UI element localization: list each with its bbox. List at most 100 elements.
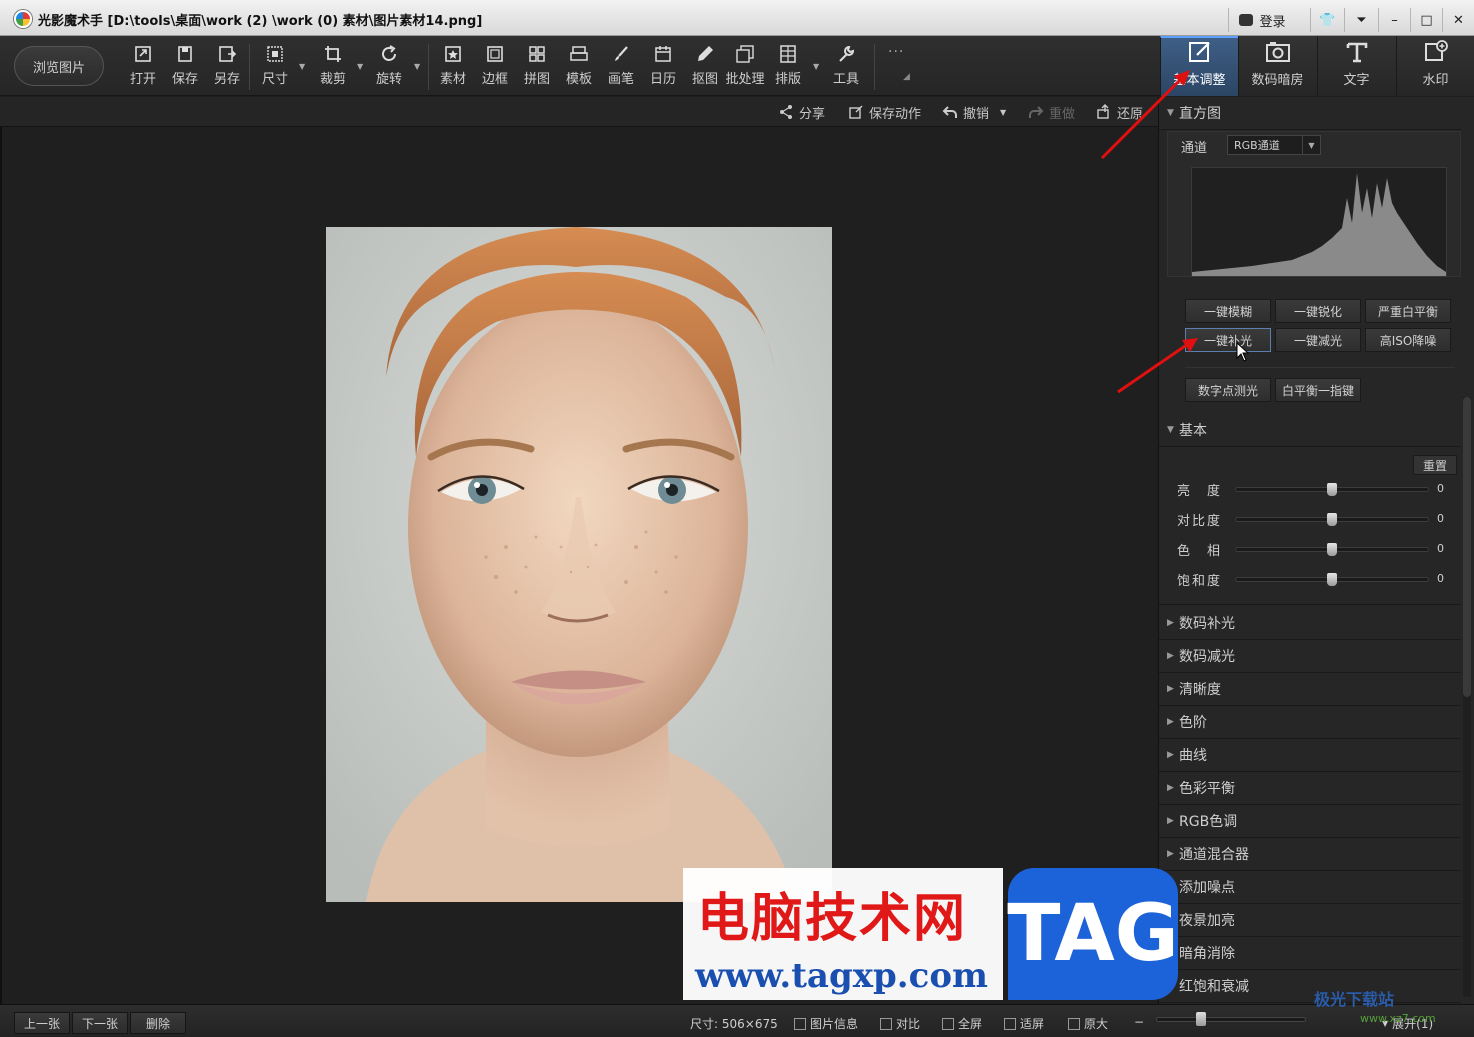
- expand-icon: ▶: [1167, 750, 1174, 760]
- hue-slider[interactable]: [1235, 543, 1429, 556]
- expand-corner-icon[interactable]: ◢: [903, 72, 910, 82]
- rotate-dropdown-icon[interactable]: ▼: [414, 62, 422, 71]
- one-click-sharpen-button[interactable]: 一键锐化: [1275, 299, 1361, 323]
- minimize-button[interactable]: –: [1378, 8, 1410, 32]
- border-button[interactable]: 边框: [475, 44, 515, 90]
- undo-dropdown-icon[interactable]: ▼: [1000, 102, 1006, 122]
- resize-dropdown-icon[interactable]: ▼: [299, 62, 307, 71]
- collage-button[interactable]: 拼图: [517, 44, 557, 90]
- tab-digital-darkroom[interactable]: 数码暗房: [1238, 36, 1316, 96]
- compare-button[interactable]: 对比: [880, 1015, 920, 1032]
- channel-select[interactable]: RGB通道 ▼: [1227, 135, 1321, 155]
- undo-icon: [942, 106, 957, 118]
- restore-button[interactable]: 还原: [1096, 102, 1143, 122]
- section-add-noise[interactable]: ▶添加噪点: [1159, 871, 1461, 904]
- save-action-button[interactable]: 保存动作: [848, 102, 921, 122]
- share-button[interactable]: 分享: [778, 102, 825, 122]
- section-rgb-tone[interactable]: ▶ RGB色调: [1159, 805, 1461, 838]
- right-panel-tabs: 基本调整 数码暗房 文字 水印: [1160, 36, 1474, 96]
- tab-text[interactable]: 文字: [1317, 36, 1395, 96]
- resize-button[interactable]: 尺寸: [255, 44, 295, 90]
- undo-button[interactable]: 撤销: [942, 102, 989, 122]
- saturation-slider[interactable]: [1235, 573, 1429, 586]
- white-balance-one-touch-button[interactable]: 白平衡一指键: [1275, 378, 1361, 402]
- close-icon: ✕: [1453, 12, 1464, 28]
- one-click-blur-button[interactable]: 一键模糊: [1185, 299, 1271, 323]
- tab-watermark[interactable]: 水印: [1396, 36, 1474, 96]
- section-vignette-removal[interactable]: ▶暗角消除: [1159, 937, 1461, 970]
- section-curves[interactable]: ▶ 曲线: [1159, 739, 1461, 772]
- section-reduce-light[interactable]: ▶ 数码减光: [1159, 640, 1461, 673]
- batch-icon: [736, 45, 754, 63]
- one-click-reduce-light-button[interactable]: 一键减光: [1275, 328, 1361, 352]
- rotate-button[interactable]: 旋转: [369, 44, 409, 90]
- slider-thumb[interactable]: [1327, 573, 1337, 586]
- previous-image-button[interactable]: 上一张: [14, 1012, 70, 1034]
- one-click-fill-light-button[interactable]: 一键补光: [1185, 328, 1271, 352]
- severe-white-balance-button[interactable]: 严重白平衡: [1365, 299, 1451, 323]
- save-button[interactable]: 保存: [165, 44, 205, 90]
- layout-dropdown-icon[interactable]: ▼: [813, 62, 821, 71]
- original-size-button[interactable]: 原大: [1068, 1015, 1108, 1032]
- batch-button[interactable]: 批处理: [725, 44, 765, 90]
- browse-images-button[interactable]: 浏览图片: [14, 46, 104, 86]
- save-as-button[interactable]: 另存: [207, 44, 247, 90]
- histogram-section-header[interactable]: ▼ 直方图: [1159, 97, 1461, 130]
- expand-icon: ▶: [1167, 816, 1174, 826]
- toolbar-divider: [428, 44, 429, 90]
- tab-basic-adjust[interactable]: 基本调整: [1160, 36, 1238, 96]
- contrast-slider[interactable]: [1235, 513, 1429, 526]
- zoom-out-icon[interactable]: −: [1134, 1015, 1144, 1029]
- layout-button[interactable]: 排版: [768, 44, 808, 90]
- zoom-slider[interactable]: [1156, 1017, 1306, 1022]
- slider-thumb[interactable]: [1327, 543, 1337, 556]
- skin-button[interactable]: 👕: [1310, 8, 1344, 32]
- reset-button[interactable]: 重置: [1413, 455, 1457, 475]
- delete-button[interactable]: 删除: [130, 1012, 186, 1034]
- maximize-button[interactable]: □: [1410, 8, 1442, 32]
- chevron-down-icon: ▼: [1302, 136, 1320, 154]
- brightness-slider[interactable]: [1235, 483, 1429, 496]
- open-button[interactable]: 打开: [123, 44, 163, 90]
- cutout-button[interactable]: 抠图: [685, 44, 725, 90]
- close-button[interactable]: ✕: [1442, 8, 1474, 32]
- watermark-site2-url: www.xz7.com: [1360, 1012, 1436, 1025]
- high-iso-denoise-button[interactable]: 高ISO降噪: [1365, 328, 1451, 352]
- zoom-slider-thumb[interactable]: [1196, 1012, 1206, 1026]
- section-fill-light[interactable]: ▶ 数码补光: [1159, 607, 1461, 640]
- section-channel-mixer[interactable]: ▶ 通道混合器: [1159, 838, 1461, 871]
- image-info-button[interactable]: 图片信息: [794, 1015, 858, 1032]
- slider-thumb[interactable]: [1327, 513, 1337, 526]
- digital-metering-button[interactable]: 数字点测光: [1185, 378, 1271, 402]
- material-button[interactable]: 素材: [433, 44, 473, 90]
- minimize-icon: –: [1391, 12, 1398, 28]
- next-image-button[interactable]: 下一张: [72, 1012, 128, 1034]
- section-clarity[interactable]: ▶ 清晰度: [1159, 673, 1461, 706]
- crop-dropdown-icon[interactable]: ▼: [357, 62, 365, 71]
- login-button[interactable]: 登录: [1228, 8, 1296, 32]
- basic-section-header[interactable]: ▼ 基本: [1159, 414, 1461, 447]
- section-label: 色彩平衡: [1179, 781, 1235, 797]
- section-color-balance[interactable]: ▶ 色彩平衡: [1159, 772, 1461, 805]
- section-night-brighten[interactable]: ▶夜景加亮: [1159, 904, 1461, 937]
- tools-button[interactable]: 工具: [826, 44, 866, 90]
- panel-scrollbar-thumb[interactable]: [1463, 397, 1471, 697]
- fit-screen-button[interactable]: 适屏: [1004, 1015, 1044, 1032]
- camera-icon: [1265, 42, 1290, 62]
- menu-button[interactable]: ⏷: [1344, 8, 1378, 32]
- layout-label: 排版: [774, 72, 801, 87]
- slider-thumb[interactable]: [1327, 483, 1337, 496]
- calendar-label: 日历: [649, 72, 676, 87]
- section-red-saturation-reduce[interactable]: ▶红饱和衰减: [1159, 970, 1461, 1003]
- brush-button[interactable]: 画笔: [601, 44, 641, 90]
- fullscreen-button[interactable]: 全屏: [942, 1015, 982, 1032]
- section-levels[interactable]: ▶ 色阶: [1159, 706, 1461, 739]
- redo-button[interactable]: 重做: [1028, 102, 1075, 122]
- divider: [1185, 367, 1455, 368]
- more-icon[interactable]: ···: [888, 44, 904, 60]
- histogram-graph: [1191, 167, 1447, 277]
- crop-button[interactable]: 裁剪: [313, 44, 353, 90]
- template-button[interactable]: 模板: [559, 44, 599, 90]
- calendar-button[interactable]: 日历: [643, 44, 683, 90]
- watermark-tag-logo: TAG: [1007, 868, 1179, 1000]
